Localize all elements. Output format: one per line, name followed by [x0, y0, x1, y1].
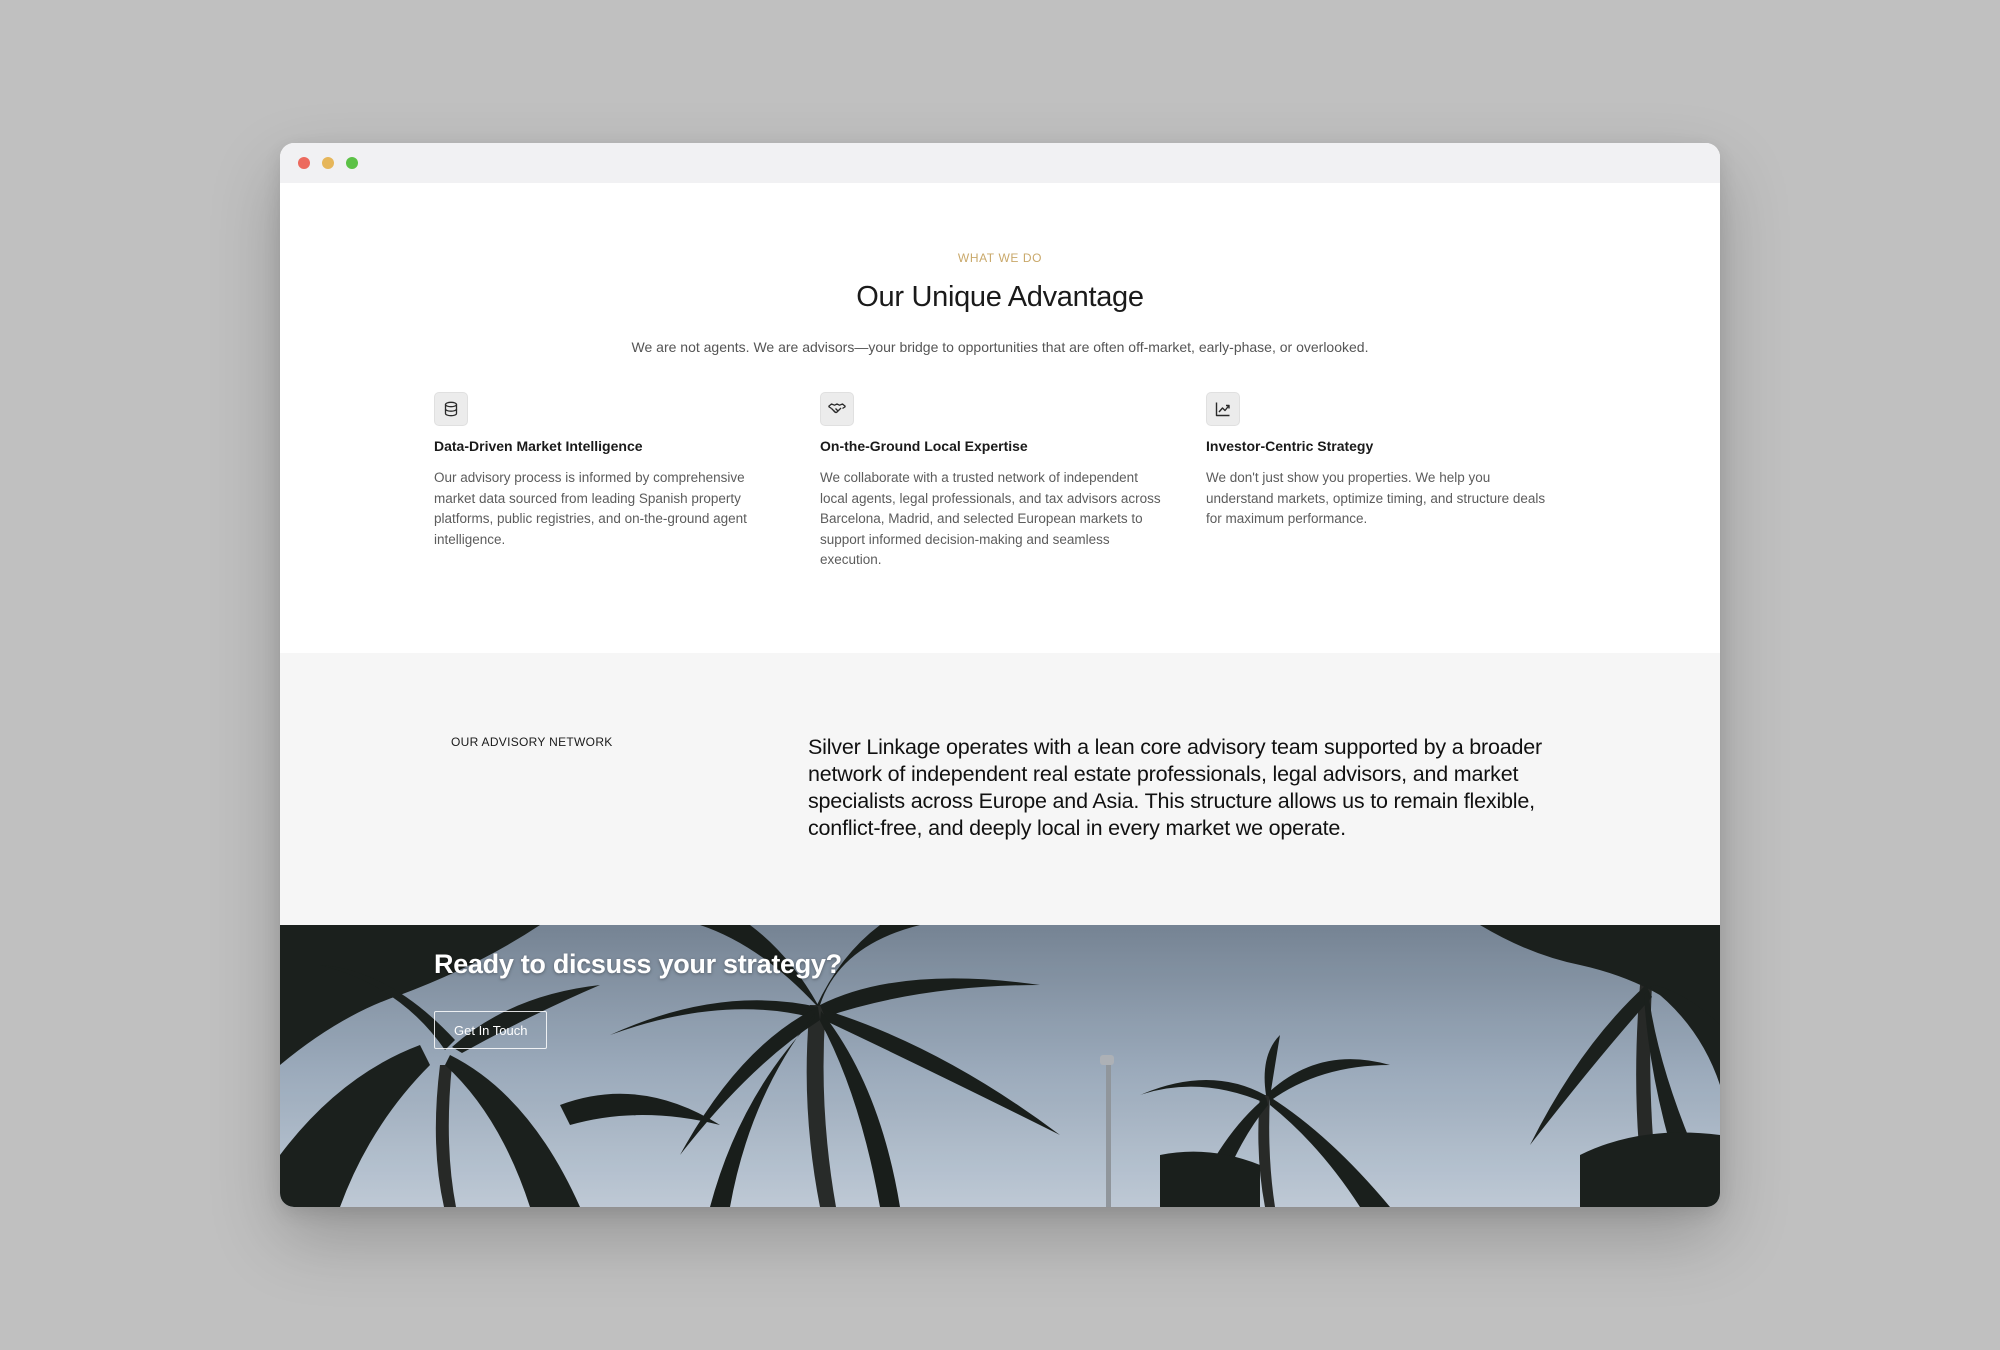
feature-card: On-the-Ground Local Expertise We collabo… [820, 392, 1206, 571]
feature-card: Data-Driven Market Intelligence Our advi… [434, 392, 820, 571]
maximize-window-button[interactable] [346, 157, 358, 169]
feature-description: We collaborate with a trusted network of… [820, 470, 1161, 567]
get-in-touch-button[interactable]: Get In Touch [434, 1011, 548, 1049]
cta-title: Ready to dicsuss your strategy? [434, 949, 842, 979]
browser-window: WHAT WE DO Our Unique Advantage We are n… [280, 143, 1720, 1207]
feature-title: Data-Driven Market Intelligence [434, 438, 643, 454]
window-titlebar [280, 143, 1720, 183]
handshake-icon [820, 392, 854, 426]
feature-card: Investor-Centric Strategy We don't just … [1206, 392, 1592, 571]
feature-title: On-the-Ground Local Expertise [820, 438, 1028, 454]
feature-description: Our advisory process is informed by comp… [434, 470, 747, 547]
close-window-button[interactable] [298, 157, 310, 169]
database-icon [434, 392, 468, 426]
minimize-window-button[interactable] [322, 157, 334, 169]
advantage-section: WHAT WE DO Our Unique Advantage We are n… [280, 183, 1720, 653]
feature-title: Investor-Centric Strategy [1206, 438, 1374, 454]
section-title: Our Unique Advantage [856, 281, 1144, 313]
chart-icon [1206, 392, 1240, 426]
feature-description: We don't just show you properties. We he… [1206, 470, 1546, 526]
section-intro: We are not agents. We are advisors—your … [631, 339, 1369, 355]
network-label: OUR ADVISORY NETWORK [451, 735, 613, 749]
network-statement: Silver Linkage operates with a lean core… [808, 735, 1542, 840]
feature-list: Data-Driven Market Intelligence Our advi… [434, 392, 1592, 571]
cta-section: Ready to dicsuss your strategy? Get In T… [280, 925, 1720, 1207]
section-eyebrow: WHAT WE DO [957, 251, 1043, 265]
network-section: OUR ADVISORY NETWORK Silver Linkage oper… [280, 653, 1720, 925]
